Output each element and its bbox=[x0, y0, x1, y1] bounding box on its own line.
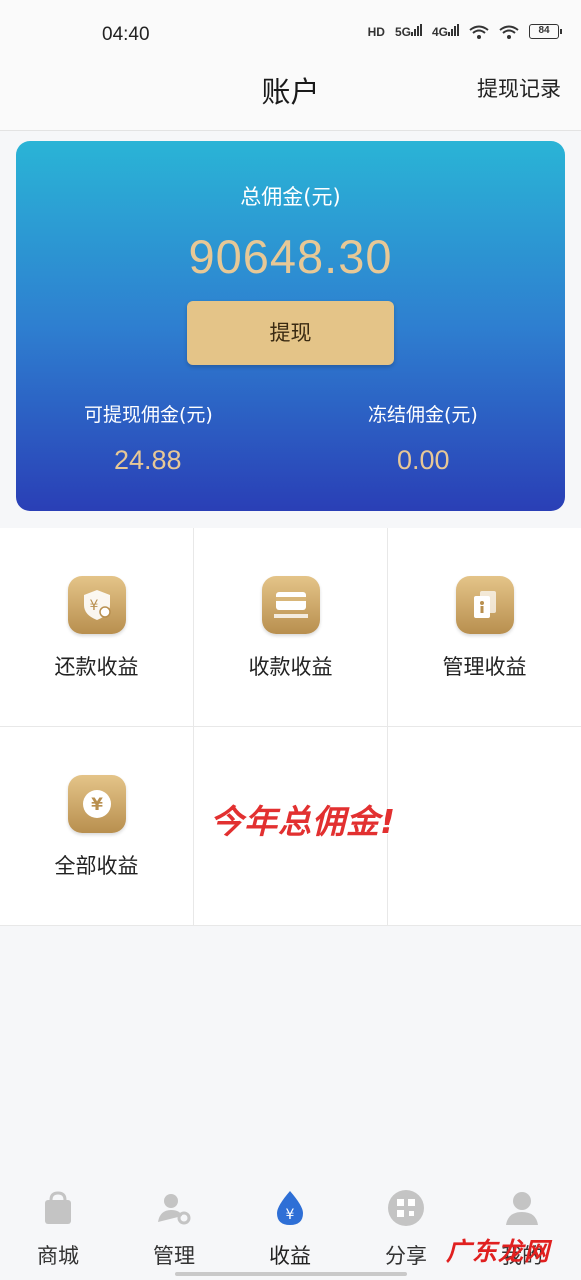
grid-item-label: 全部收益 bbox=[54, 854, 139, 878]
wifi-icon-2 bbox=[499, 25, 519, 39]
tab-label: 管理 bbox=[153, 1244, 195, 1268]
svg-text:¥: ¥ bbox=[90, 598, 99, 614]
status-icons: HD 5G 4G 84 bbox=[367, 24, 562, 39]
total-commission-label: 总佣金(元) bbox=[240, 185, 341, 209]
frozen-label: 冻结佣金(元) bbox=[368, 404, 478, 426]
signal-4g-icon: 4G bbox=[432, 24, 459, 39]
withdrawable-value: 24.88 bbox=[114, 445, 182, 475]
tab-label: 收益 bbox=[269, 1244, 311, 1268]
total-commission-value: 90648.30 bbox=[188, 230, 393, 283]
yen-coin-icon: ¥ bbox=[68, 775, 126, 833]
shopping-bag-icon bbox=[45, 1191, 71, 1224]
withdraw-button[interactable]: 提现 bbox=[187, 301, 394, 365]
withdraw-record-link[interactable]: 提现记录 bbox=[477, 73, 561, 103]
battery-icon: 84 bbox=[529, 24, 562, 39]
grid-item-label: 收款收益 bbox=[248, 655, 333, 679]
home-indicator[interactable] bbox=[175, 1272, 407, 1276]
grid-item-repayment-earnings[interactable]: ¥ 还款收益 bbox=[0, 528, 194, 727]
grid-item-collection-earnings[interactable]: 收款收益 bbox=[194, 528, 388, 727]
user-manage-icon bbox=[158, 1194, 191, 1225]
card-icon bbox=[262, 576, 320, 634]
status-time: 04:40 bbox=[102, 24, 150, 45]
grid-item-label: 还款收益 bbox=[54, 655, 139, 679]
watermark: 广东龙网 bbox=[446, 1237, 551, 1266]
grid-item-all-earnings[interactable]: ¥ 全部收益 bbox=[0, 727, 194, 926]
grid-item-label: 管理收益 bbox=[442, 655, 527, 679]
wifi-icon bbox=[469, 25, 489, 39]
hd-icon: HD bbox=[367, 24, 385, 39]
frozen-value: 0.00 bbox=[397, 445, 450, 475]
overlay-annotation: 今年总佣金! bbox=[210, 802, 397, 841]
yen-drop-icon: ¥ bbox=[277, 1191, 303, 1225]
grid-item-management-earnings[interactable]: 管理收益 bbox=[388, 528, 581, 727]
tab-earnings[interactable]: ¥ 收益 bbox=[232, 1188, 348, 1280]
tab-mall[interactable]: 商城 bbox=[0, 1188, 116, 1280]
tab-label: 商城 bbox=[37, 1244, 79, 1268]
svg-text:¥: ¥ bbox=[286, 1207, 295, 1223]
shield-yen-icon: ¥ bbox=[68, 576, 126, 634]
svg-text:¥: ¥ bbox=[91, 795, 103, 815]
withdrawable-label: 可提现佣金(元) bbox=[84, 404, 213, 426]
commission-card: 总佣金(元) 90648.30 提现 可提现佣金(元) 24.88 冻结佣金(元… bbox=[16, 141, 565, 511]
signal-5g-icon: 5G bbox=[395, 24, 422, 39]
documents-icon bbox=[456, 576, 514, 634]
grid-empty-cell bbox=[388, 727, 581, 926]
qr-code-icon bbox=[388, 1190, 424, 1226]
tab-manage[interactable]: 管理 bbox=[116, 1188, 232, 1280]
profile-icon bbox=[506, 1192, 538, 1225]
page-header: 账户 提现记录 bbox=[0, 55, 581, 131]
